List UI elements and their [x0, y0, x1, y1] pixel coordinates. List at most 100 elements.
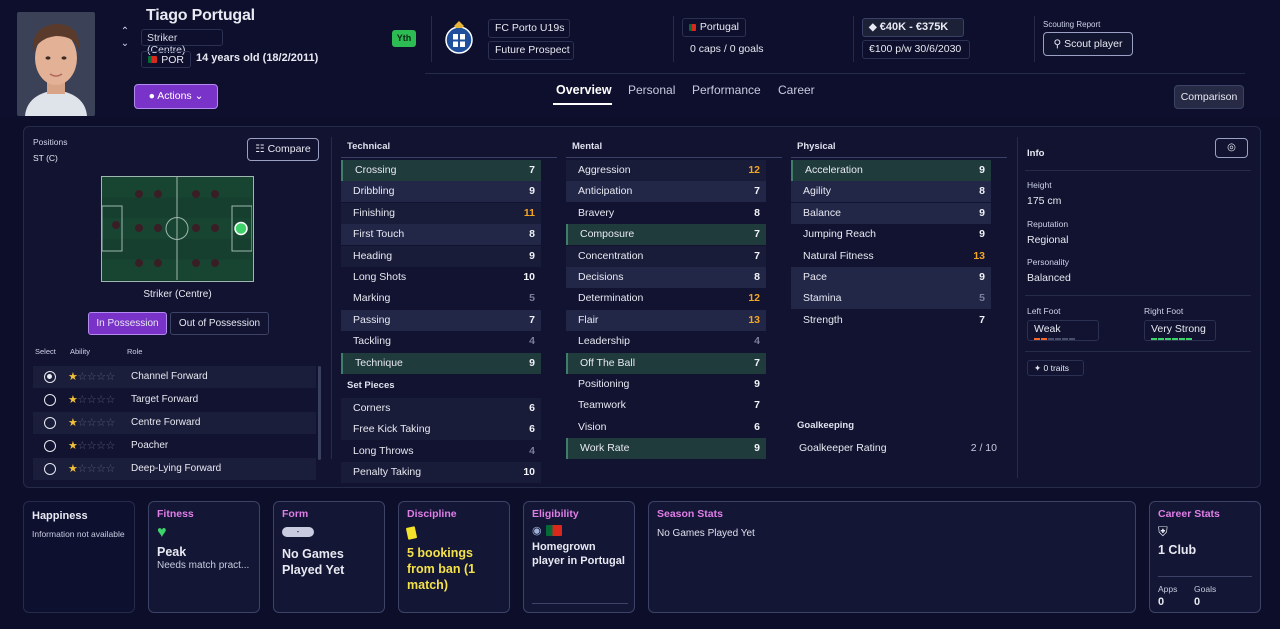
fitness-card[interactable]: Fitness ♥ Peak Needs match pract... — [148, 501, 260, 613]
attribute-row[interactable]: Corners 6 — [341, 398, 541, 419]
club-badge-icon[interactable] — [444, 18, 474, 56]
attribute-name: Free Kick Taking — [353, 423, 431, 436]
attribute-row[interactable]: Strength 7 — [791, 310, 991, 331]
happiness-card[interactable]: Happiness Information not available — [23, 501, 135, 613]
attribute-row[interactable]: Off The Ball 7 — [566, 352, 766, 374]
attribute-row[interactable]: Long Shots 10 — [341, 267, 541, 288]
attribute-row[interactable]: Bravery 8 — [566, 203, 766, 224]
comparison-button[interactable]: Comparison — [1174, 85, 1244, 109]
tab-personal[interactable]: Personal — [628, 83, 675, 97]
radio-button[interactable] — [44, 417, 56, 429]
attribute-row[interactable]: Vision 6 — [566, 417, 766, 438]
attribute-row[interactable]: Composure 7 — [566, 224, 766, 246]
attribute-row[interactable]: Leadership 4 — [566, 331, 766, 352]
role-row[interactable]: ★☆☆☆☆ Channel Forward — [33, 366, 316, 388]
attribute-name: Tackling — [353, 335, 391, 348]
physical-header: Physical — [797, 141, 836, 152]
attribute-row[interactable]: Flair 13 — [566, 309, 766, 331]
attribute-value: 4 — [754, 335, 760, 348]
happiness-text: Information not available — [32, 529, 125, 539]
attribute-row[interactable]: Marking 5 — [341, 288, 541, 309]
season-stats-card[interactable]: Season Stats No Games Played Yet — [648, 501, 1136, 613]
role-row[interactable]: ★☆☆☆☆ Deep-Lying Forward — [33, 458, 316, 480]
divider — [1025, 170, 1251, 171]
left-foot-box: Weak — [1027, 320, 1099, 341]
transfer-value[interactable]: ◆ €40K - €375K — [862, 18, 964, 37]
attribute-row[interactable]: Positioning 9 — [566, 374, 766, 395]
apps-label: Apps — [1158, 584, 1178, 594]
player-nav-chevrons[interactable]: ⌃ ⌄ — [118, 26, 132, 52]
club-name[interactable]: FC Porto U19s — [488, 19, 570, 38]
attribute-row[interactable]: Free Kick Taking 6 — [341, 419, 541, 441]
attribute-name: Stamina — [803, 292, 842, 305]
attribute-name: Work Rate — [580, 442, 630, 455]
attribute-row[interactable]: Finishing 11 — [341, 202, 541, 224]
attribute-row[interactable]: First Touch 8 — [341, 224, 541, 246]
left-foot-label: Left Foot — [1027, 306, 1061, 316]
scout-player-button[interactable]: ⚲ Scout player — [1043, 32, 1133, 56]
attribute-row[interactable]: Dribbling 9 — [341, 181, 541, 203]
player-nationality[interactable]: POR — [141, 51, 191, 68]
radio-button[interactable] — [44, 440, 56, 452]
attribute-row[interactable]: Natural Fitness 13 — [791, 246, 991, 267]
national-team[interactable]: Portugal — [682, 18, 746, 37]
ability-stars: ★☆☆☆☆ — [68, 371, 115, 383]
attribute-row[interactable]: Technique 9 — [341, 352, 541, 374]
attribute-row[interactable]: Decisions 8 — [566, 267, 766, 288]
attribute-row[interactable]: Aggression 12 — [566, 160, 766, 181]
tab-performance[interactable]: Performance — [692, 83, 761, 97]
chevron-down-icon[interactable]: ⌄ — [118, 38, 132, 50]
attribute-row[interactable]: Work Rate 9 — [566, 438, 766, 460]
tab-career[interactable]: Career — [778, 83, 815, 97]
left-foot-meter — [1034, 335, 1092, 340]
discipline-card[interactable]: Discipline 5 bookings from ban (1 match) — [398, 501, 510, 613]
out-of-possession-toggle[interactable]: Out of Possession — [170, 312, 269, 335]
tab-overview[interactable]: Overview — [556, 83, 612, 97]
eligibility-card[interactable]: Eligibility ◉ Homegrown player in Portug… — [523, 501, 635, 613]
right-foot-meter — [1151, 335, 1209, 340]
attribute-row[interactable]: Balance 9 — [791, 202, 991, 224]
attribute-row[interactable]: Penalty Taking 10 — [341, 462, 541, 484]
attribute-value: 12 — [748, 292, 760, 305]
attribute-value: 7 — [754, 249, 760, 262]
form-card[interactable]: Form - No Games Played Yet — [273, 501, 385, 613]
info-settings-button[interactable]: ◎ — [1215, 138, 1248, 158]
attribute-row[interactable]: Passing 7 — [341, 309, 541, 331]
traits-button[interactable]: ✦ 0 traits — [1027, 360, 1084, 376]
actions-label: Actions — [157, 90, 192, 102]
attribute-row[interactable]: Concentration 7 — [566, 245, 766, 267]
shield-icon: ⛨ — [1158, 524, 1168, 539]
attribute-row[interactable]: Pace 9 — [791, 267, 991, 288]
attribute-row[interactable]: Tackling 4 — [341, 331, 541, 352]
radio-button[interactable] — [44, 394, 56, 406]
attribute-row[interactable]: Heading 9 — [341, 245, 541, 267]
attribute-row[interactable]: Determination 12 — [566, 288, 766, 309]
role-row[interactable]: ★☆☆☆☆ Poacher — [33, 435, 316, 457]
roles-scrollbar[interactable] — [318, 366, 321, 460]
attribute-value: 9 — [754, 378, 760, 390]
attribute-row[interactable]: Anticipation 7 — [566, 181, 766, 203]
attribute-row[interactable]: Teamwork 7 — [566, 395, 766, 416]
radio-button[interactable] — [44, 371, 56, 383]
chevron-up-icon[interactable]: ⌃ — [118, 26, 132, 38]
radio-button[interactable] — [44, 463, 56, 475]
right-foot-label: Right Foot — [1144, 306, 1184, 316]
career-stats-card[interactable]: Career Stats ⛨ 1 Club Apps 0 Goals 0 — [1149, 501, 1261, 613]
compare-button[interactable]: ☷ Compare — [247, 138, 319, 161]
attribute-name: Vision — [578, 420, 607, 433]
portugal-flag-icon — [545, 525, 562, 536]
role-row[interactable]: ★☆☆☆☆ Centre Forward — [33, 412, 316, 434]
attribute-row[interactable]: Crossing 7 — [341, 160, 541, 181]
attribute-row[interactable]: Long Throws 4 — [341, 441, 541, 462]
compare-label: Compare — [267, 143, 311, 155]
attribute-row[interactable]: Acceleration 9 — [791, 160, 991, 181]
attribute-value: 9 — [529, 249, 535, 262]
attribute-row[interactable]: Stamina 5 — [791, 288, 991, 310]
attribute-row[interactable]: Agility 8 — [791, 181, 991, 203]
actions-button[interactable]: ● Actions ⌄ — [134, 84, 218, 109]
role-row[interactable]: ★☆☆☆☆ Target Forward — [33, 389, 316, 411]
fitness-value: Peak — [157, 545, 187, 559]
attribute-value: 9 — [979, 271, 985, 283]
attribute-row[interactable]: Jumping Reach 9 — [791, 224, 991, 245]
in-possession-toggle[interactable]: In Possession — [88, 312, 167, 335]
